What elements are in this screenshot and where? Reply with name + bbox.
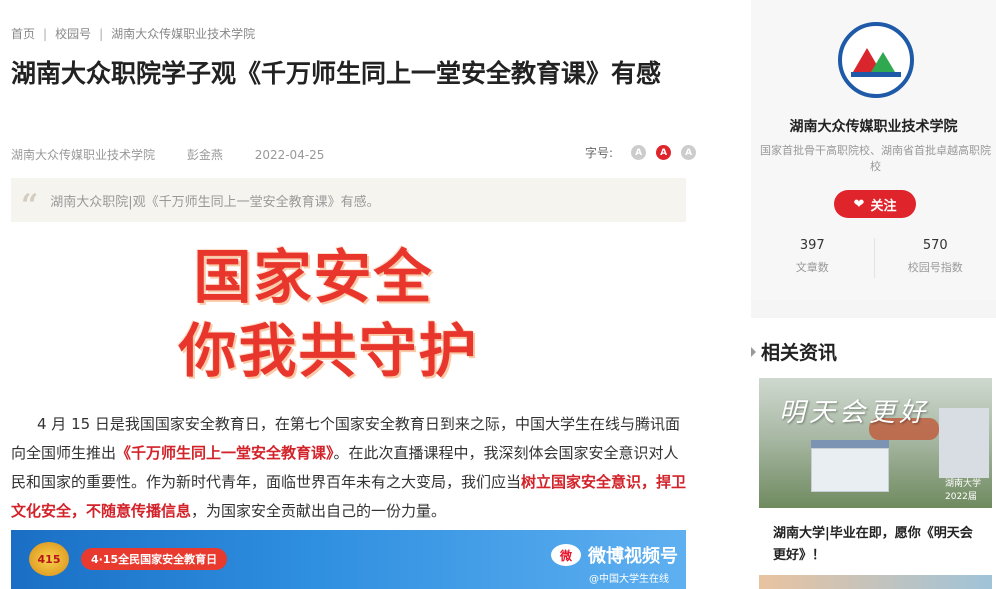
related-news-item-title[interactable]: 湖南大学|毕业在即，愿你《明天会更好》！ — [773, 523, 983, 567]
stat-index-value: 570 — [922, 238, 948, 253]
breadcrumb: 首页 | 校园号 | 湖南大众传媒职业技术学院 — [11, 25, 255, 42]
caret-right-icon — [751, 346, 756, 357]
font-size-control: 字号: A A A — [585, 144, 697, 161]
education-day-badge-icon: 415 — [29, 542, 69, 576]
related-news-thumbnail-next[interactable] — [759, 575, 992, 589]
related-news-title: 相关资讯 — [761, 342, 838, 364]
breadcrumb-home[interactable]: 首页 — [11, 27, 35, 41]
hero-line-1: 国家安全 — [193, 243, 434, 311]
hero-image: 国家安全 你我共守护 — [11, 240, 686, 400]
font-size-medium-button[interactable]: A — [656, 145, 672, 160]
article-date: 2022-04-25 — [254, 148, 325, 162]
education-day-label: 4·15全民国家安全教育日 — [81, 548, 228, 570]
sidebar: 湖南大众传媒职业技术学院 国家首批骨干高职院校、湖南省首批卓越高职院校 ❤ 关注… — [751, 0, 996, 589]
video-banner[interactable]: 415 4·15全民国家安全教育日 微 微博视频号 @中国大学生在线 — [11, 530, 686, 589]
font-size-label: 字号: — [585, 146, 614, 160]
font-size-small-button[interactable]: A — [631, 145, 647, 160]
thumbnail-signature: 湖南大学 2022届 — [945, 479, 982, 502]
org-name[interactable]: 湖南大众传媒职业技术学院 — [751, 116, 996, 136]
breadcrumb-separator: | — [43, 27, 48, 41]
article-meta: 湖南大众传媒职业技术学院 彭金燕 2022-04-25 — [11, 146, 352, 163]
stat-articles: 397 文章数 — [751, 238, 874, 278]
related-news-heading: 相关资讯 — [751, 338, 837, 365]
highlight-course-title: 《千万师生同上一堂安全教育课》 — [116, 444, 334, 462]
org-logo[interactable] — [838, 22, 914, 98]
breadcrumb-separator: | — [99, 27, 104, 41]
weibo-handle: @中国大学生在线 — [589, 574, 669, 585]
article-main: 首页 | 校园号 | 湖南大众传媒职业技术学院 湖南大众职院学子观《千万师生同上一堂安全… — [0, 0, 750, 589]
stat-articles-value: 397 — [799, 238, 825, 253]
breadcrumb-org[interactable]: 湖南大众传媒职业技术学院 — [111, 27, 255, 41]
follow-button[interactable]: ❤ 关注 — [834, 190, 916, 218]
weibo-video-label: 微博视频号 — [588, 546, 678, 567]
org-stats: 397 文章数 570 校园号指数 — [751, 238, 996, 278]
stat-articles-label: 文章数 — [795, 261, 829, 274]
heart-icon: ❤ — [853, 196, 865, 212]
follow-label: 关注 — [870, 198, 897, 214]
stat-index-label: 校园号指数 — [907, 261, 963, 274]
quote-icon: “ — [21, 188, 39, 223]
font-size-large-button[interactable]: A — [681, 145, 697, 160]
article-author: 彭金燕 — [186, 148, 223, 162]
related-news: 相关资讯 明天会更好 湖南大学 2022届 湖南大学|毕业在即，愿你《明天会更好… — [751, 318, 996, 589]
article-summary: “ 湖南大众职院|观《千万师生同上一堂安全教育课》有感。 — [11, 178, 686, 222]
weibo-icon: 微 — [551, 544, 581, 566]
breadcrumb-campus[interactable]: 校园号 — [55, 27, 91, 41]
stat-index: 570 校园号指数 — [873, 238, 996, 278]
thumbnail-caption: 明天会更好 — [779, 398, 930, 428]
paragraph-text: ，为国家安全贡献出自己的一份力量。 — [191, 502, 447, 520]
org-profile-card: 湖南大众传媒职业技术学院 国家首批骨干高职院校、湖南省首批卓越高职院校 ❤ 关注… — [751, 0, 996, 300]
article-title: 湖南大众职院学子观《千万师生同上一堂安全教育课》有感 — [11, 59, 662, 88]
org-description: 国家首批骨干高职院校、湖南省首批卓越高职院校 — [760, 144, 991, 173]
article-paragraph: 4 月 15 日是我国国家安全教育日，在第七个国家安全教育日到来之际，中国大学生… — [11, 410, 687, 526]
hero-line-2: 你我共守护 — [178, 317, 479, 385]
article-source[interactable]: 湖南大众传媒职业技术学院 — [11, 148, 155, 162]
summary-text: 湖南大众职院|观《千万师生同上一堂安全教育课》有感。 — [50, 194, 380, 210]
college-emblem-icon — [849, 40, 903, 80]
related-news-thumbnail[interactable]: 明天会更好 湖南大学 2022届 — [759, 378, 992, 508]
